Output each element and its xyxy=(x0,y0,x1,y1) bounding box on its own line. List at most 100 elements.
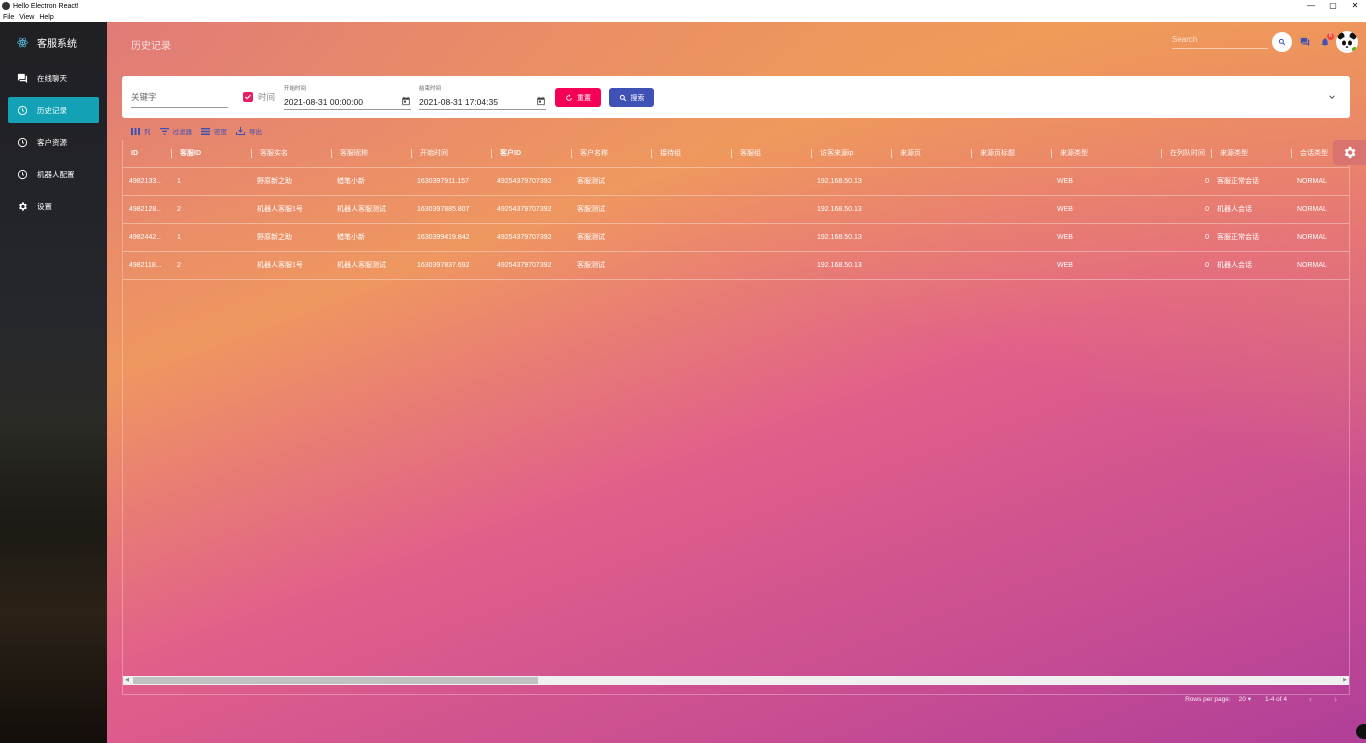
filter-search-button[interactable]: 搜索 xyxy=(609,88,654,107)
column-header[interactable]: 会话类型 xyxy=(1291,140,1339,168)
column-separator[interactable] xyxy=(1211,148,1212,158)
prev-page-button[interactable]: ‹ xyxy=(1309,694,1312,704)
time-checkbox[interactable]: 时间 xyxy=(243,91,275,103)
density-button[interactable]: 密度 xyxy=(201,126,227,136)
search-input[interactable] xyxy=(1172,35,1268,44)
rows-per-page-select[interactable]: 20 ▾ xyxy=(1239,695,1251,703)
messages-icon[interactable] xyxy=(1300,37,1310,47)
table-row[interactable]: 4982442... 1 野原新之助 蜡笔小新 1630399419.842 492543… xyxy=(123,224,1349,252)
table-cell: 1630399419.842 xyxy=(417,234,470,241)
keyword-input[interactable] xyxy=(131,92,228,102)
column-separator[interactable] xyxy=(411,148,412,158)
table-cell: 野原新之助 xyxy=(257,178,292,185)
column-separator[interactable] xyxy=(811,148,812,158)
columns-label: 列 xyxy=(144,129,151,136)
column-separator[interactable] xyxy=(731,148,732,158)
search-button[interactable] xyxy=(1272,32,1292,52)
search-button-label: 搜索 xyxy=(630,94,645,102)
column-header[interactable]: 客服ID xyxy=(171,140,251,168)
column-header-label: 在列队时间 xyxy=(1170,150,1205,157)
column-header[interactable]: 客服实名 xyxy=(251,140,331,168)
column-header[interactable]: 接待组 xyxy=(651,140,731,168)
column-separator[interactable] xyxy=(651,148,652,158)
column-header[interactable]: 开始时间 xyxy=(411,140,491,168)
avatar[interactable] xyxy=(1336,31,1358,53)
horizontal-scrollbar[interactable]: ◀ ▶ xyxy=(123,676,1349,685)
column-separator[interactable] xyxy=(251,148,252,158)
columns-button[interactable]: 列 xyxy=(131,126,151,136)
column-header[interactable]: 来源页 xyxy=(891,140,971,168)
table-cell: 49254379707392 xyxy=(497,206,552,213)
column-header[interactable]: 来源页标题 xyxy=(971,140,1051,168)
table-cell: 1630397911.157 xyxy=(417,178,470,185)
column-header[interactable]: 客户名称 xyxy=(571,140,651,168)
brand[interactable]: 客服系统 xyxy=(0,22,107,62)
menu-bar: File View Help xyxy=(0,12,1366,22)
column-separator[interactable] xyxy=(971,148,972,158)
menu-view[interactable]: View xyxy=(19,14,34,21)
column-header-label: 客户ID xyxy=(500,150,521,157)
column-header[interactable]: 访客来源ip xyxy=(811,140,891,168)
sidebar-item-history[interactable]: 历史记录 xyxy=(8,97,99,123)
minimize-button[interactable]: — xyxy=(1300,0,1322,12)
chevron-down-icon[interactable] xyxy=(1327,92,1337,102)
column-separator[interactable] xyxy=(331,148,332,158)
grid-toolbar: 列 过滤器 密度 导出 xyxy=(131,126,271,136)
export-button[interactable]: 导出 xyxy=(236,126,262,136)
notifications-button[interactable]: 6 xyxy=(1320,33,1334,47)
pagination: Rows per page: 20 ▾ 1-4 of 4 ‹ › xyxy=(1185,694,1337,704)
column-separator[interactable] xyxy=(1291,148,1292,158)
column-header[interactable]: 在列队时间 xyxy=(1131,140,1211,168)
scroll-left-arrow-icon[interactable]: ◀ xyxy=(123,676,131,685)
column-separator[interactable] xyxy=(571,148,572,158)
column-header[interactable]: 来源类型 xyxy=(1051,140,1131,168)
window-title: Hello Electron React! xyxy=(13,2,79,10)
settings-tab-button[interactable] xyxy=(1333,140,1366,165)
column-header[interactable]: 客服昵称 xyxy=(331,140,411,168)
sidebar-item-customers[interactable]: 客户资源 xyxy=(8,129,99,155)
column-header-label: 访客来源ip xyxy=(820,150,854,157)
calendar-icon[interactable] xyxy=(401,96,411,106)
column-separator[interactable] xyxy=(171,148,172,158)
table-cell xyxy=(737,168,809,196)
sidebar-item-label: 机器人配置 xyxy=(37,169,75,179)
next-page-button[interactable]: › xyxy=(1334,694,1337,704)
start-time-field[interactable]: 开始时间 2021-08-31 00:00:00 xyxy=(284,84,411,110)
menu-file[interactable]: File xyxy=(3,14,14,21)
table-cell xyxy=(657,224,729,252)
table-cell xyxy=(977,168,1049,196)
sidebar-item-settings[interactable]: 设置 xyxy=(8,193,99,219)
page-title: 历史记录 xyxy=(131,41,171,52)
table-cell xyxy=(977,224,1049,252)
column-header[interactable]: 客户ID xyxy=(491,140,571,168)
column-separator[interactable] xyxy=(491,148,492,158)
column-separator[interactable] xyxy=(1051,148,1052,158)
table-row[interactable]: 4982128... 2 机器人客服1号 机器人客服测试 1630397885.807 4… xyxy=(123,196,1349,224)
scroll-right-arrow-icon[interactable]: ▶ xyxy=(1341,676,1349,685)
table-cell: 0 xyxy=(1205,178,1209,185)
table-row[interactable]: 4982118... 2 机器人客服1号 机器人客服测试 1630397837.692 4… xyxy=(123,252,1349,280)
end-time-field[interactable]: 结束时间 2021-08-31 17:04:35 xyxy=(419,84,546,110)
column-header-label: 开始时间 xyxy=(420,150,448,157)
filters-button[interactable]: 过滤器 xyxy=(159,126,192,136)
table-cell: 192.168.50.13 xyxy=(817,206,862,213)
close-button[interactable]: ✕ xyxy=(1344,0,1366,12)
table-cell: 蜡笔小新 xyxy=(337,178,365,185)
sidebar-item-chat[interactable]: 在线聊天 xyxy=(8,65,99,91)
column-separator[interactable] xyxy=(1161,148,1162,158)
reset-button[interactable]: 重置 xyxy=(555,88,601,107)
floating-corner-button[interactable] xyxy=(1356,724,1366,739)
column-header[interactable]: ID xyxy=(131,140,171,168)
column-header-label: 接待组 xyxy=(660,150,681,157)
data-grid: ID 客服ID 客服实名 客服昵称 开始时间 客户ID 客户名称 接待组 客服组 访客来源ip 来源… xyxy=(122,140,1350,704)
column-header[interactable]: 客服组 xyxy=(731,140,811,168)
scrollbar-thumb[interactable] xyxy=(133,677,538,684)
density-label: 密度 xyxy=(214,129,227,136)
table-row[interactable]: 4982133... 1 野原新之助 蜡笔小新 1630397911.157 492543… xyxy=(123,168,1349,196)
column-header[interactable]: 来源类型 xyxy=(1211,140,1291,168)
maximize-button[interactable]: ▢ xyxy=(1322,0,1344,12)
calendar-icon[interactable] xyxy=(536,96,546,106)
sidebar-item-robot-config[interactable]: 机器人配置 xyxy=(8,161,99,187)
column-separator[interactable] xyxy=(891,148,892,158)
menu-help[interactable]: Help xyxy=(39,14,53,21)
